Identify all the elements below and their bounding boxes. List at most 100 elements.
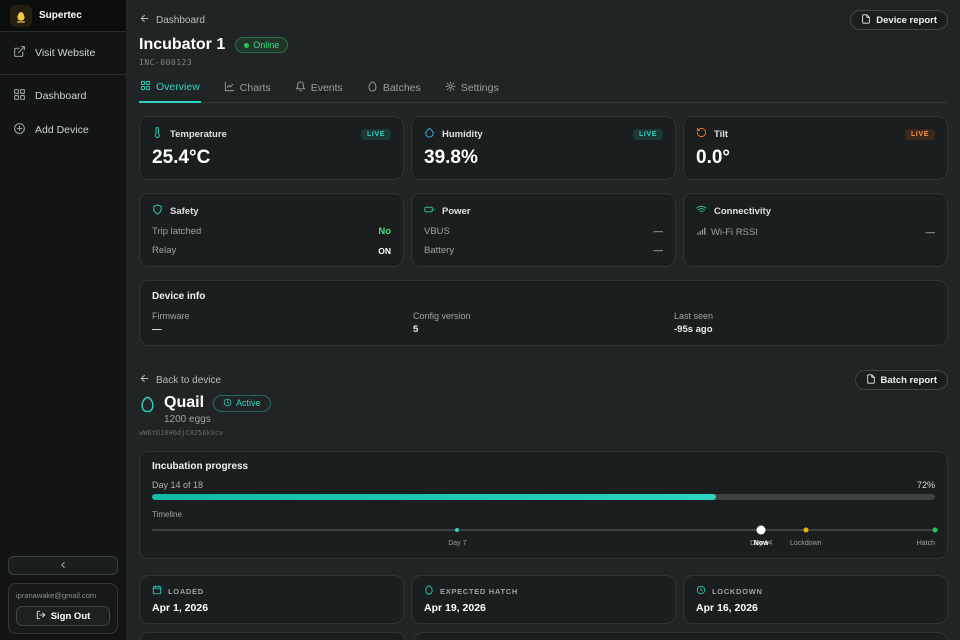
timeline-dot-hatch xyxy=(933,528,938,533)
calendar-icon xyxy=(152,585,162,597)
egg-icon xyxy=(367,81,378,95)
back-to-dashboard-link[interactable]: Dashboard xyxy=(139,13,205,27)
metric-cards-row: Temperature LIVE 25.4°C Humidity LIVE 39… xyxy=(139,116,948,180)
tab-events[interactable]: Events xyxy=(294,77,344,102)
rotate-icon xyxy=(696,127,707,141)
device-report-label: Device report xyxy=(876,15,937,26)
signal-bars-icon xyxy=(696,226,706,239)
humidity-value: 39.8% xyxy=(424,147,663,169)
card-label: EXPECTED HATCH xyxy=(440,587,518,596)
brand[interactable]: Supertec xyxy=(0,0,126,31)
batch-meta-cards: STATUS Active CREATED BY 8CbjfYDQi0cros2… xyxy=(139,632,948,640)
card-label: LOCKDOWN xyxy=(712,587,763,596)
temperature-value: 25.4°C xyxy=(152,147,391,169)
brand-name: Supertec xyxy=(39,10,82,21)
divider xyxy=(0,31,126,32)
progress-bar-fill xyxy=(152,494,716,500)
tab-label: Overview xyxy=(156,81,200,93)
batch-egg-count: 1200 eggs xyxy=(164,414,271,425)
timeline: Day 7 Day 14 Now Lockdown Hatch xyxy=(152,522,935,549)
progress-bar xyxy=(152,494,935,500)
card-label: LOADED xyxy=(168,587,204,596)
clock-icon xyxy=(223,398,232,409)
battery-icon xyxy=(424,204,435,218)
trip-latched-value: No xyxy=(378,226,391,237)
online-label: Online xyxy=(253,40,279,50)
sidebar-item-label: Add Device xyxy=(35,124,89,136)
droplet-icon xyxy=(424,127,435,141)
bell-icon xyxy=(295,81,306,95)
device-info-title: Device info xyxy=(152,291,935,302)
tab-overview[interactable]: Overview xyxy=(139,77,201,103)
expected-hatch-card: EXPECTED HATCH Apr 19, 2026 xyxy=(411,575,676,624)
batch-topbar: Back to device Batch report xyxy=(139,360,948,390)
live-badge: LIVE xyxy=(633,129,663,140)
field-label: Config version xyxy=(413,311,674,321)
kv-row: Wi-Fi RSSI — xyxy=(696,226,935,239)
tab-label: Settings xyxy=(461,82,499,94)
firmware-value: — xyxy=(152,324,413,335)
tab-settings[interactable]: Settings xyxy=(444,77,500,102)
batch-report-button[interactable]: Batch report xyxy=(855,370,948,390)
timeline-label-now: Now xyxy=(754,540,769,547)
main-content: Dashboard Device report Incubator 1 Onli… xyxy=(127,0,960,640)
live-badge: LIVE xyxy=(905,129,935,140)
back-to-device-link[interactable]: Back to device xyxy=(139,373,221,387)
live-badge: LIVE xyxy=(361,129,391,140)
batch-status-badge: Active xyxy=(213,395,271,412)
device-title-row: Incubator 1 Online xyxy=(139,36,948,54)
timeline-label-hatch: Hatch xyxy=(917,540,935,547)
sidebar-collapse-button[interactable] xyxy=(8,556,118,575)
timeline-line xyxy=(152,529,935,531)
timeline-label-lockdown: Lockdown xyxy=(790,540,822,547)
config-version-value: 5 xyxy=(413,324,674,335)
sign-out-button[interactable]: Sign Out xyxy=(16,606,110,626)
plus-circle-icon xyxy=(13,122,26,138)
tab-charts[interactable]: Charts xyxy=(223,77,272,102)
connectivity-card: Connectivity Wi-Fi RSSI — xyxy=(683,193,948,267)
grid-icon xyxy=(140,80,151,94)
sidebar-item-add-device[interactable]: Add Device xyxy=(0,113,126,147)
metric-label: Tilt xyxy=(714,129,728,140)
shield-icon xyxy=(152,204,163,218)
device-report-button[interactable]: Device report xyxy=(850,10,948,30)
egg-icon xyxy=(139,394,156,418)
sidebar-item-dashboard[interactable]: Dashboard xyxy=(0,79,126,113)
device-info-card: Device info Firmware — Config version 5 … xyxy=(139,280,948,346)
tab-batches[interactable]: Batches xyxy=(366,77,422,102)
file-icon xyxy=(861,14,871,27)
progress-day-label: Day 14 of 18 xyxy=(152,480,203,490)
divider xyxy=(0,74,126,75)
grid-icon xyxy=(13,88,26,104)
sidebar-item-label: Visit Website xyxy=(35,47,95,59)
app-root: Supertec Visit Website Dashboard xyxy=(0,0,960,640)
file-icon xyxy=(866,374,876,387)
sidebar-bottom: ipranawake@gmail.com Sign Out xyxy=(0,548,126,640)
progress-percent: 72% xyxy=(917,480,935,490)
status-cards-row: Safety Trip latched No Relay ON Power xyxy=(139,193,948,267)
incubation-progress-card: Incubation progress Day 14 of 18 72% Tim… xyxy=(139,451,948,559)
info-field: Last seen -95s ago xyxy=(674,311,935,335)
progress-meta: Day 14 of 18 72% xyxy=(152,480,935,490)
expected-hatch-date: Apr 19, 2026 xyxy=(424,602,663,614)
batch-report-label: Batch report xyxy=(881,375,937,386)
batch-status-label: Active xyxy=(236,398,261,408)
batch-date-cards: LOADED Apr 1, 2026 EXPECTED HATCH Apr 19… xyxy=(139,575,948,624)
vbus-value: — xyxy=(654,226,664,237)
timeline-dot-now xyxy=(757,526,766,535)
metric-label: Temperature xyxy=(170,129,227,140)
batch-header: Quail Active 1200 eggs xyxy=(139,394,948,425)
kv-row: Trip latched No xyxy=(152,226,391,237)
progress-title: Incubation progress xyxy=(152,461,935,472)
sidebar: Supertec Visit Website Dashboard xyxy=(0,0,127,640)
tilt-value: 0.0° xyxy=(696,147,935,169)
last-seen-value: -95s ago xyxy=(674,324,935,335)
arrow-left-icon xyxy=(139,13,150,27)
account-box: ipranawake@gmail.com Sign Out xyxy=(8,583,118,634)
sidebar-item-visit-website[interactable]: Visit Website xyxy=(0,36,126,70)
loaded-card: LOADED Apr 1, 2026 xyxy=(139,575,404,624)
external-link-icon xyxy=(13,45,26,61)
kv-label: VBUS xyxy=(424,226,450,237)
chevron-left-icon xyxy=(58,558,68,573)
batch-status-card: STATUS Active xyxy=(139,632,406,640)
